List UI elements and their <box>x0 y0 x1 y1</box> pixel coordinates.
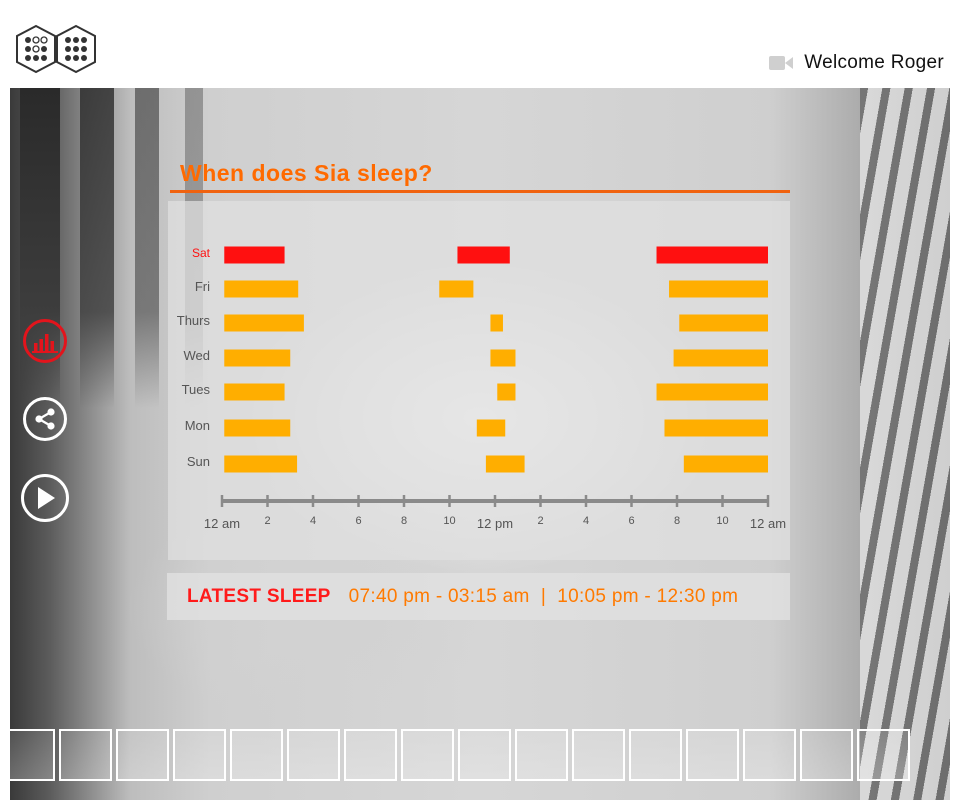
hexagon-dots-logo[interactable] <box>14 24 98 74</box>
sleep-chart-button[interactable] <box>23 319 67 363</box>
filmstrip-thumbnail[interactable] <box>344 729 397 781</box>
chart-title: When does Sia sleep? <box>180 160 433 186</box>
sleep-bar-thurs-1 <box>490 314 503 332</box>
axis-tick-label: 4 <box>583 515 589 527</box>
sleep-bar-sat-1 <box>457 246 510 264</box>
crib-bar <box>135 88 159 408</box>
axis-tick-label: 6 <box>355 515 361 527</box>
day-label-mon: Mon <box>185 418 210 433</box>
sleep-bar-wed-0 <box>224 349 291 367</box>
sleep-bar-mon-2 <box>664 419 768 437</box>
filmstrip-thumbnail[interactable] <box>572 729 625 781</box>
day-label-sun: Sun <box>187 454 210 469</box>
sleep-bar-tues-2 <box>656 383 768 401</box>
latest-sleep-label: LATEST SLEEP <box>187 585 331 607</box>
filmstrip-thumbnail[interactable] <box>2 729 55 781</box>
filmstrip-thumbnail[interactable] <box>59 729 112 781</box>
sleep-bar-mon-1 <box>476 419 506 437</box>
sleep-bar-wed-2 <box>673 349 768 367</box>
sleep-bar-fri-1 <box>439 280 474 298</box>
video-camera-icon[interactable] <box>768 54 794 72</box>
sleep-bar-mon-0 <box>224 419 291 437</box>
filmstrip <box>2 729 952 785</box>
axis-tick-label: 4 <box>310 515 316 527</box>
latest-sleep-times: 07:40 pm - 03:15 am | 10:05 pm - 12:30 p… <box>348 585 739 607</box>
axis-tick-label: 12 am <box>750 516 786 531</box>
sleep-bar-fri-0 <box>224 280 299 298</box>
crib-bar <box>80 88 114 408</box>
axis-tick-label: 10 <box>443 515 455 527</box>
filmstrip-thumbnail[interactable] <box>401 729 454 781</box>
day-label-fri: Fri <box>195 279 210 294</box>
day-label-tues: Tues <box>182 382 211 397</box>
axis-tick-label: 2 <box>537 515 543 527</box>
title-divider <box>170 190 790 193</box>
filmstrip-thumbnail[interactable] <box>515 729 568 781</box>
axis-tick-label: 8 <box>674 515 680 527</box>
sleep-bar-thurs-0 <box>224 314 304 332</box>
filmstrip-thumbnail[interactable] <box>458 729 511 781</box>
sleep-chart: Sat Fri Thurs Wed Tues Mon Sun 12 am 2 4 6 8 10 12 pm… <box>168 201 790 560</box>
sleep-bar-tues-0 <box>224 383 285 401</box>
day-label-thurs: Thurs <box>177 313 211 328</box>
bar-chart-icon <box>32 334 58 353</box>
axis-tick-label: 8 <box>401 515 407 527</box>
sleep-bar-sat-2 <box>656 246 768 264</box>
axis-tick-label: 12 am <box>204 516 240 531</box>
crib-rail <box>860 88 950 800</box>
sleep-bar-sun-1 <box>485 455 525 473</box>
sleep-bar-sun-0 <box>224 455 298 473</box>
axis-tick-label: 12 pm <box>477 516 513 531</box>
latest-sleep-panel: LATEST SLEEP 07:40 pm - 03:15 am | 10:05… <box>167 573 790 620</box>
play-icon <box>38 487 55 509</box>
filmstrip-thumbnail[interactable] <box>173 729 226 781</box>
filmstrip-thumbnail[interactable] <box>743 729 796 781</box>
filmstrip-thumbnail[interactable] <box>116 729 169 781</box>
sleep-bar-wed-1 <box>490 349 516 367</box>
sleep-chart-svg: Sat Fri Thurs Wed Tues Mon Sun 12 am 2 4 6 8 10 12 pm… <box>177 246 786 531</box>
share-icon <box>35 408 55 430</box>
filmstrip-thumbnail[interactable] <box>230 729 283 781</box>
filmstrip-thumbnail[interactable] <box>857 729 910 781</box>
share-button[interactable] <box>23 397 67 441</box>
sleep-bar-fri-2 <box>669 280 768 298</box>
play-button[interactable] <box>21 474 69 522</box>
day-label-sat: Sat <box>192 246 211 260</box>
welcome-text: Welcome Roger <box>804 52 944 73</box>
axis-tick-label: 10 <box>716 515 728 527</box>
sleep-bar-sat-0 <box>224 246 285 264</box>
sleep-bar-sun-2 <box>683 455 768 473</box>
sleep-bar-thurs-2 <box>679 314 768 332</box>
day-label-wed: Wed <box>184 348 211 363</box>
filmstrip-thumbnail[interactable] <box>287 729 340 781</box>
axis-tick-label: 2 <box>264 515 270 527</box>
sleep-bar-tues-1 <box>497 383 516 401</box>
welcome-area: Welcome Roger <box>768 52 944 74</box>
filmstrip-thumbnail[interactable] <box>629 729 682 781</box>
filmstrip-thumbnail[interactable] <box>686 729 739 781</box>
header: Welcome Roger <box>0 0 960 88</box>
axis-tick-label: 6 <box>628 515 634 527</box>
filmstrip-thumbnail[interactable] <box>800 729 853 781</box>
